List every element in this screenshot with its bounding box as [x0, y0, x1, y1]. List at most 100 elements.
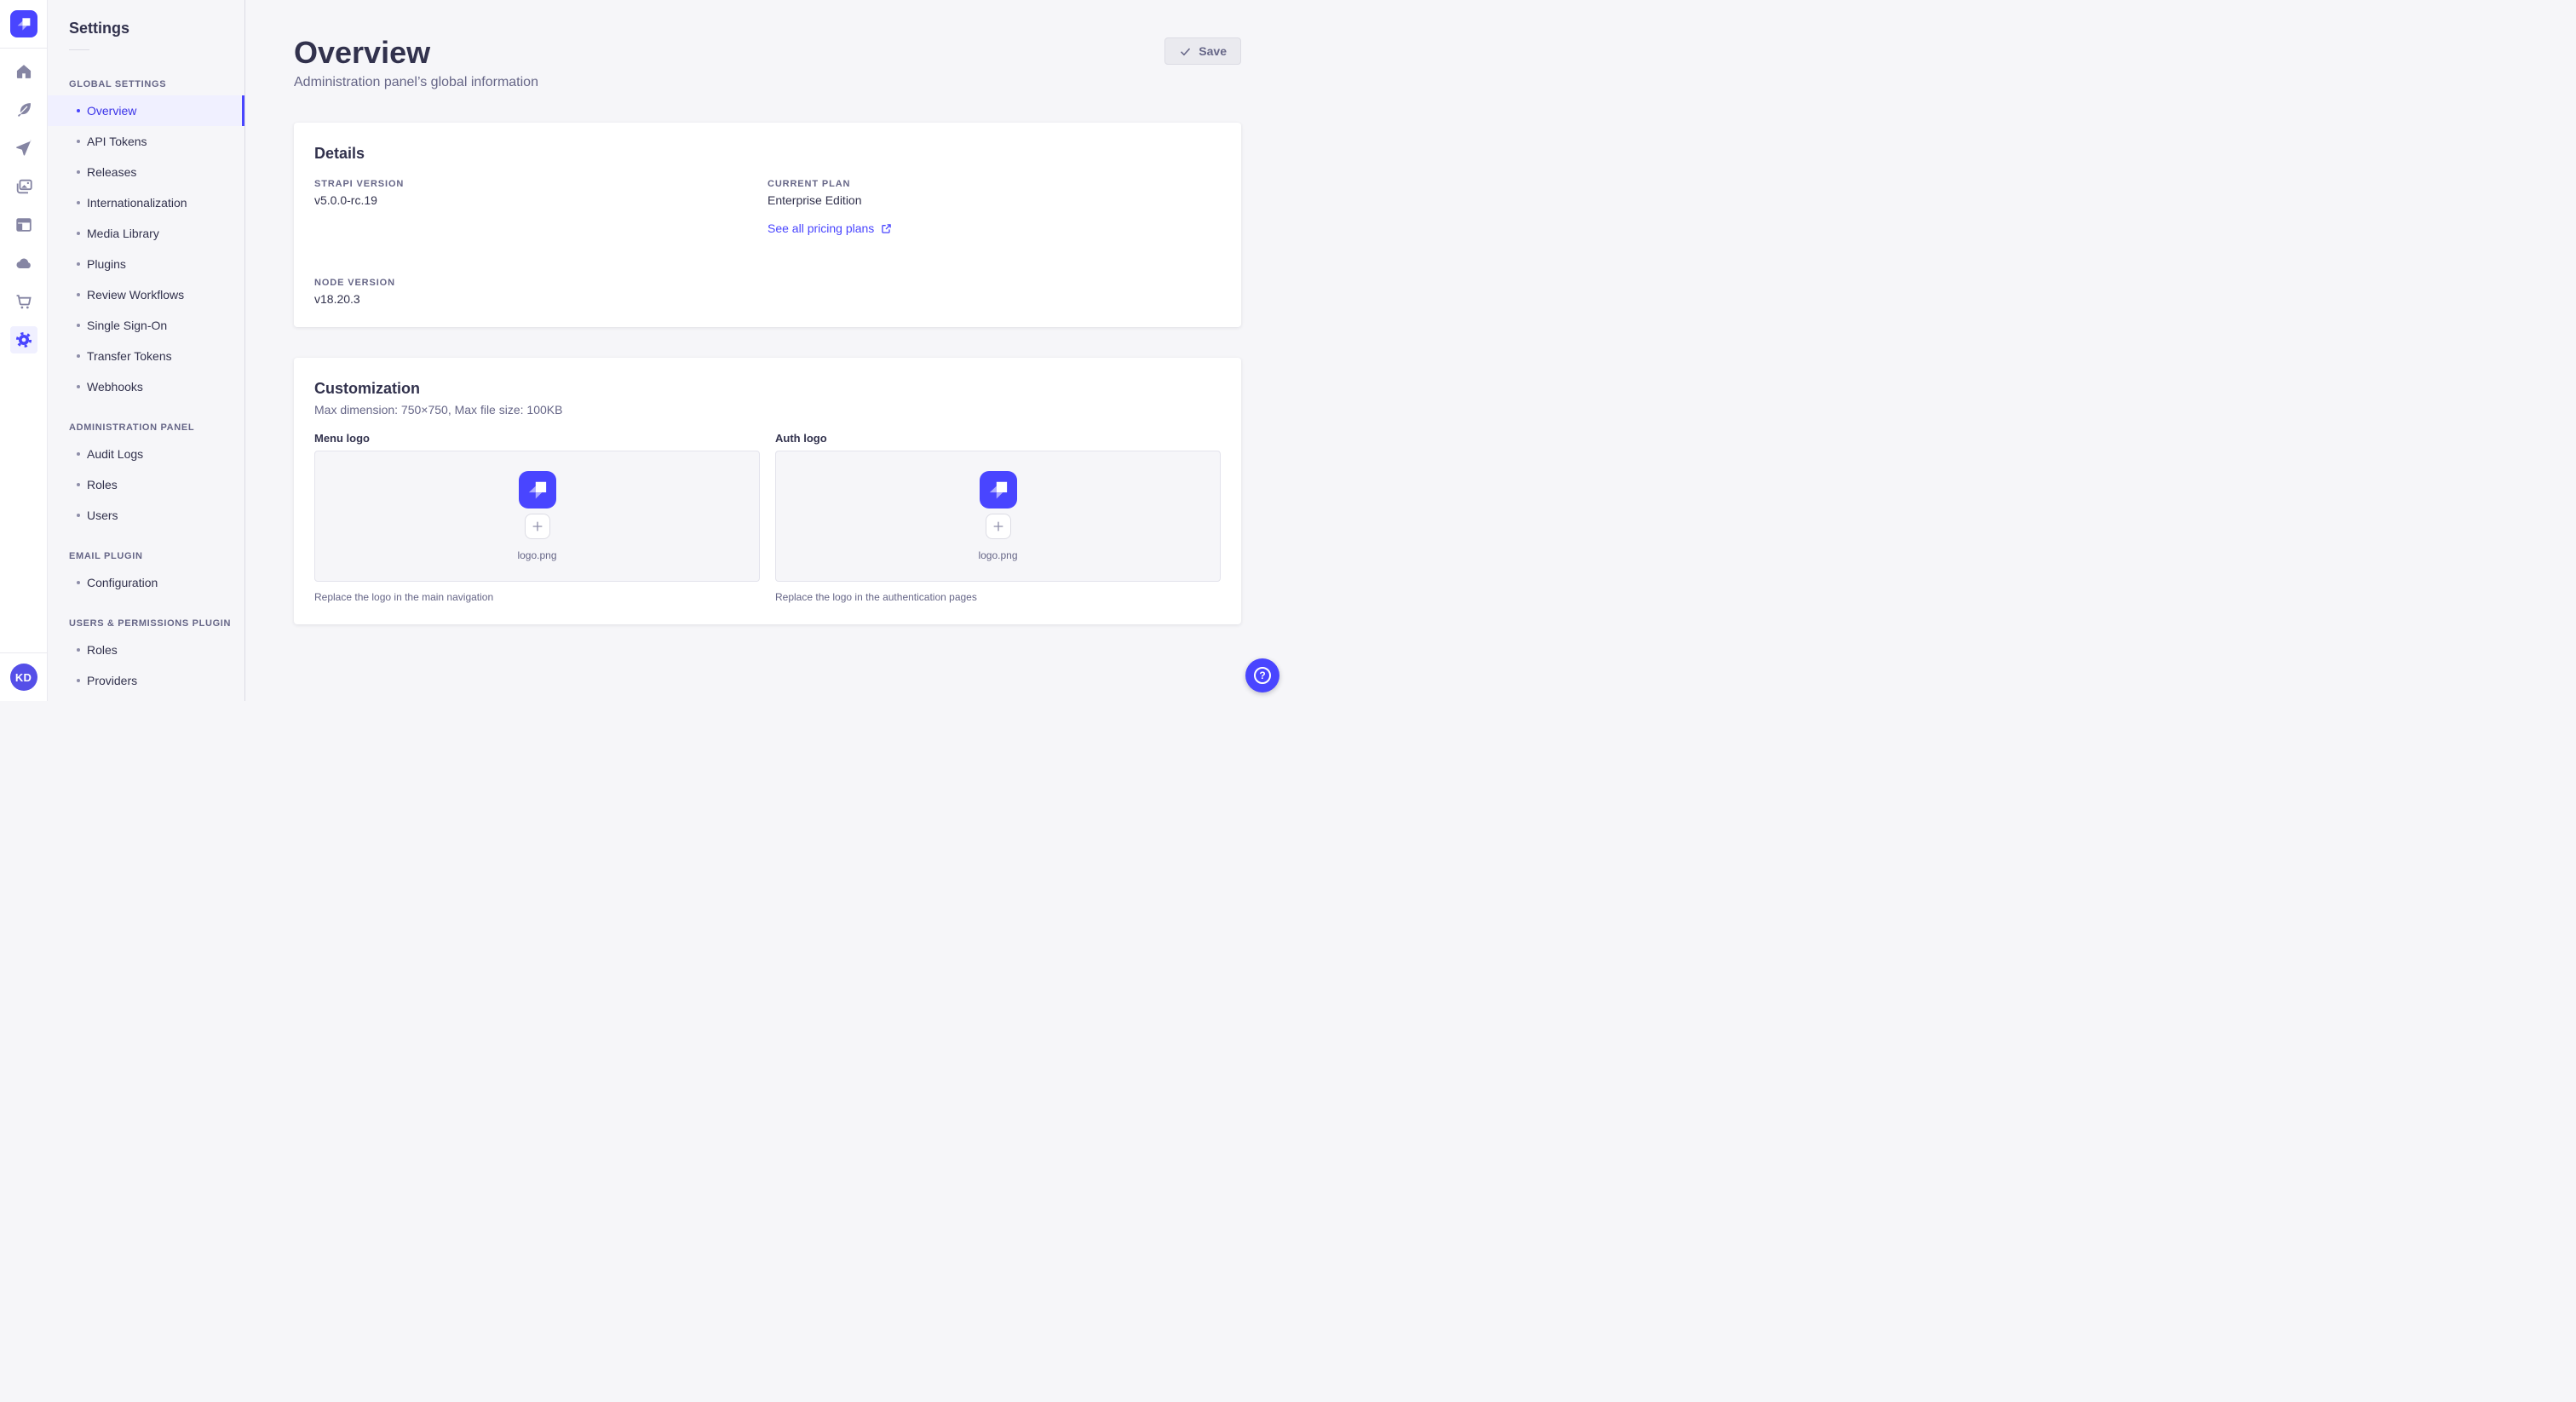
cloud-icon	[15, 258, 31, 268]
bullet-dot	[77, 354, 80, 358]
section-list-email-plugin: Configuration	[48, 567, 244, 598]
sidebar-item-internationalization[interactable]: Internationalization	[48, 187, 244, 218]
page-title: Overview	[294, 35, 431, 70]
details-grid: STRAPI VERSION v5.0.0-rc.19 CURRENT PLAN…	[314, 179, 1221, 307]
customization-card: Customization Max dimension: 750×750, Ma…	[294, 358, 1241, 624]
rail-header	[0, 0, 47, 49]
menu-logo-filename: logo.png	[517, 549, 557, 561]
sidebar-item-home[interactable]	[10, 58, 37, 85]
sidebar-item-content[interactable]	[10, 96, 37, 124]
details-grid-spacer	[768, 278, 1221, 307]
pricing-plans-link-label: See all pricing plans	[768, 221, 875, 235]
sidebar-item-review-workflows[interactable]: Review Workflows	[48, 279, 244, 310]
strapi-version-value: v5.0.0-rc.19	[314, 193, 377, 207]
media-icon	[16, 179, 32, 194]
sidebar-item-releases[interactable]	[10, 135, 37, 162]
strapi-version-field: STRAPI VERSION v5.0.0-rc.19	[314, 179, 768, 237]
sidebar-item-email-configuration[interactable]: Configuration	[48, 567, 244, 598]
sidebar-item-plugins[interactable]: Plugins	[48, 249, 244, 279]
sidebar-item-deploy[interactable]	[10, 250, 37, 277]
auth-logo-label: Auth logo	[775, 432, 827, 445]
menu-logo-add-button[interactable]	[524, 514, 550, 539]
sidebar-item-marketplace[interactable]	[10, 288, 37, 315]
icon-rail: KD	[0, 0, 48, 701]
section-list-administration-panel: Audit Logs Roles Users	[48, 439, 244, 531]
sidebar-item-releases[interactable]: Releases	[48, 157, 244, 187]
section-label-email-plugin: EMAIL PLUGIN	[69, 551, 143, 561]
section-label-administration-panel: ADMINISTRATION PANEL	[69, 422, 195, 433]
sidebar-item-up-roles[interactable]: Roles	[48, 635, 244, 665]
strapi-mark-icon	[17, 18, 30, 31]
bullet-dot	[77, 385, 80, 388]
strapi-mark-icon	[989, 481, 1007, 499]
external-link-icon	[882, 223, 892, 233]
bullet-dot	[77, 581, 80, 584]
save-button[interactable]: Save	[1164, 37, 1241, 65]
sidebar-item-single-sign-on[interactable]: Single Sign-On	[48, 310, 244, 341]
customization-card-subtitle: Max dimension: 750×750, Max file size: 1…	[314, 403, 563, 417]
auth-logo-carousel: logo.png	[775, 451, 1221, 582]
avatar[interactable]: KD	[9, 664, 37, 691]
layout-icon	[15, 218, 32, 232]
app-window: KD Settings GLOBAL SETTINGS Overview API…	[0, 0, 1288, 701]
section-list-users-permissions-plugin: Roles Providers	[48, 635, 244, 696]
bullet-dot	[77, 140, 80, 143]
sidebar-item-audit-logs[interactable]: Audit Logs	[48, 439, 244, 469]
current-plan-value: Enterprise Edition	[768, 193, 862, 207]
sidebar-divider	[69, 49, 89, 50]
paper-plane-icon	[15, 140, 32, 156]
sidebar-item-up-providers[interactable]: Providers	[48, 665, 244, 696]
plus-icon	[532, 521, 542, 531]
node-version-field: NODE VERSION v18.20.3	[314, 278, 768, 307]
menu-logo-field: Menu logo logo.png Replace the logo in t…	[314, 431, 760, 604]
current-plan-label: CURRENT PLAN	[768, 179, 851, 189]
strapi-version-label: STRAPI VERSION	[314, 179, 405, 189]
logo-uploads: Menu logo logo.png Replace the logo in t…	[314, 431, 1221, 604]
section-list-global-settings: Overview API Tokens Releases Internation…	[48, 95, 244, 402]
node-version-value: v18.20.3	[314, 292, 360, 306]
sidebar-item-content-type-builder[interactable]	[10, 211, 37, 238]
auth-logo-add-button[interactable]	[985, 514, 1011, 539]
bullet-dot	[77, 201, 80, 204]
sidebar-item-admin-roles[interactable]: Roles	[48, 469, 244, 500]
sidebar-item-admin-users[interactable]: Users	[48, 500, 244, 531]
gear-icon	[15, 331, 32, 348]
sidebar-item-webhooks[interactable]: Webhooks	[48, 371, 244, 402]
pricing-plans-link[interactable]: See all pricing plans	[768, 221, 892, 235]
sidebar-item-transfer-tokens[interactable]: Transfer Tokens	[48, 341, 244, 371]
sidebar-item-overview[interactable]: Overview	[48, 95, 244, 126]
main-content: Overview Administration panel’s global i…	[245, 0, 1288, 701]
auth-logo-hint: Replace the logo in the authentication p…	[775, 591, 977, 603]
feather-icon	[17, 103, 31, 117]
sidebar-item-settings[interactable]	[9, 326, 37, 353]
sidebar-item-media[interactable]	[10, 173, 37, 200]
bullet-dot	[77, 109, 80, 112]
bullet-dot	[77, 262, 80, 266]
sidebar-title: Settings	[69, 20, 130, 37]
strapi-logo[interactable]	[9, 10, 37, 37]
bullet-dot	[77, 452, 80, 456]
question-icon: ?	[1254, 667, 1271, 684]
rail-nav	[0, 49, 47, 353]
page-header: Overview Administration panel’s global i…	[294, 0, 1241, 90]
cart-icon	[16, 295, 32, 309]
bullet-dot	[77, 679, 80, 682]
section-label-users-permissions-plugin: USERS & PERMISSIONS PLUGIN	[69, 618, 232, 629]
node-version-label: NODE VERSION	[314, 278, 395, 288]
bullet-dot	[77, 170, 80, 174]
auth-logo-preview	[979, 471, 1017, 509]
home-icon	[16, 65, 31, 78]
plus-icon	[993, 521, 1003, 531]
menu-logo-hint: Replace the logo in the main navigation	[314, 591, 494, 603]
sidebar-item-media-library[interactable]: Media Library	[48, 218, 244, 249]
details-card-title: Details	[314, 145, 365, 162]
sidebar-item-api-tokens[interactable]: API Tokens	[48, 126, 244, 157]
section-label-global-settings: GLOBAL SETTINGS	[69, 79, 167, 89]
strapi-mark-icon	[528, 481, 546, 499]
bullet-dot	[77, 483, 80, 486]
help-button[interactable]: ?	[1245, 658, 1279, 692]
bullet-dot	[77, 232, 80, 235]
menu-logo-preview	[518, 471, 556, 509]
save-button-label: Save	[1199, 44, 1227, 58]
current-plan-field: CURRENT PLAN Enterprise Edition See all …	[768, 179, 1221, 237]
